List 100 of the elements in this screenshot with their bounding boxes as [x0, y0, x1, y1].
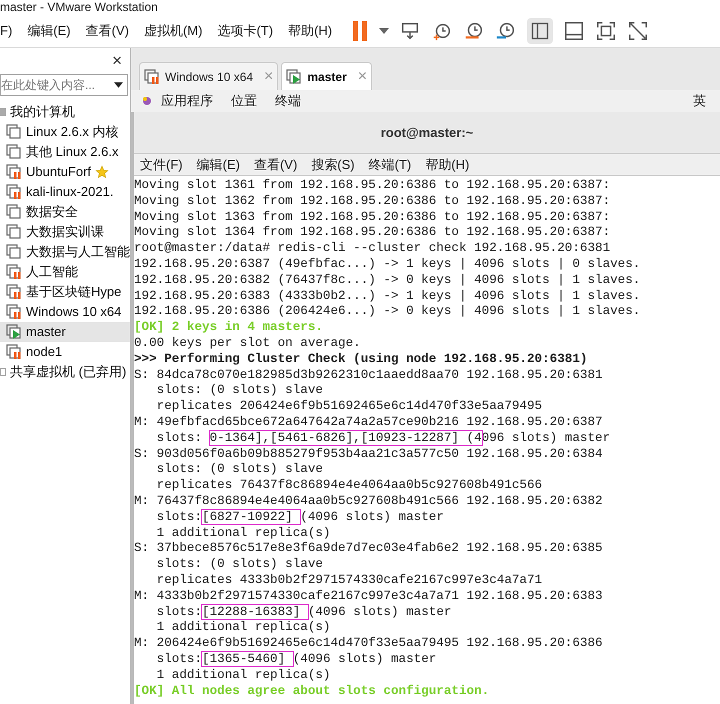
terminal-menu-item[interactable]: 查看(V) [254, 154, 298, 174]
terminal-line: 192.168.95.20:6383 (4333b0b2...) -> 1 keys | 4096 slots | 1 slaves. [134, 288, 642, 304]
terminal-line: 1 additional replica(s) [156, 668, 332, 684]
tree-item[interactable]: 基于区块链Hype [0, 282, 130, 302]
fullscreen-icon[interactable] [595, 20, 618, 42]
vm-paused-icon [6, 164, 22, 180]
tree-item[interactable]: 大数据实训课 [0, 222, 130, 242]
vm-icon [6, 124, 22, 140]
vm-running-icon [286, 68, 302, 84]
vm-paused-icon [6, 284, 22, 300]
menu-item[interactable]: 虚拟机(M) [144, 20, 202, 40]
vm-label: 人工智能 [26, 263, 78, 282]
tree-item[interactable]: master [0, 322, 130, 342]
tree-item[interactable]: node1 [0, 342, 130, 362]
vm-icon [6, 204, 22, 220]
menu-item[interactable]: 编辑(E) [27, 20, 71, 40]
window-title: master - VMware Workstation [0, 0, 158, 14]
search-field[interactable]: 在此处键入内容... [0, 74, 128, 96]
vm-icon [6, 144, 22, 160]
terminal-line: [OK] 2 keys in 4 masters. [134, 320, 324, 336]
terminal-line: 1 additional replica(s) [156, 620, 332, 636]
vm-icon [6, 224, 22, 240]
terminal-menu-item[interactable]: 帮助(H) [425, 154, 470, 174]
terminal-line: 192.168.95.20:6382 (76437f8c...) -> 0 keys | 4096 slots | 1 slaves. [134, 272, 642, 289]
top-bar-menu[interactable]: 终端 [275, 91, 301, 111]
tree-item[interactable]: 数据安全 [0, 202, 130, 222]
vm-label: Linux 2.6.x 内核 [26, 123, 118, 142]
terminal-menu-item[interactable]: 搜索(S) [311, 154, 355, 174]
vm-tab[interactable]: master × [281, 62, 372, 90]
terminal-line: [OK] All nodes agree about slots configuration. [134, 684, 490, 700]
menu-item[interactable]: 选项卡(T) [217, 20, 274, 40]
terminal-line: slots: 0-1364],[5461-6826],[10923-12287] (4096 slots) master [156, 430, 612, 447]
terminal-line: 1 additional replica(s) [156, 526, 332, 542]
vm-tab[interactable]: Windows 10 x64 × [139, 62, 278, 90]
terminal-menu-item[interactable]: 终端(T) [368, 154, 412, 174]
tab-label: Windows 10 x64 [165, 68, 254, 86]
terminal-line: S: 37bbece8576c517e8e3f6a9de7d7ec03e4fab6e2 192.168.95.20:6385 [134, 541, 604, 558]
menu-item[interactable]: 查看(V) [86, 20, 129, 40]
tab-label: master [307, 68, 347, 86]
sidebar-view-button[interactable] [527, 18, 554, 44]
vm-label: 大数据与人工智能 [26, 243, 130, 262]
terminal-line: S: 903d056f0a6b09b885279f953b4aa21c3a577c50 192.168.95.20:6384 [134, 446, 604, 462]
vm-label: 其他 Linux 2.6.x [26, 143, 118, 162]
pause-icon[interactable] [351, 20, 370, 42]
terminal-line: S: 84dca78c070e182985d3b9262310c1aaedd8aa70 192.168.95.20:6381 [134, 368, 604, 384]
vm-label: 基于区块链Hype [26, 283, 122, 302]
terminal-line: slots: (0 slots) slave [156, 462, 324, 478]
tree-item[interactable]: Windows 10 x64 [0, 302, 130, 322]
terminal-title: root@master:~ [380, 124, 474, 142]
vm-label: node1 [26, 343, 62, 362]
vm-label: UbuntuForf [26, 163, 92, 182]
tree-item[interactable]: Linux 2.6.x 内核 [0, 122, 130, 142]
terminal-line: 0.00 keys per slot on average. [134, 336, 362, 352]
top-bar-menu[interactable]: 应用程序 [161, 91, 213, 111]
terminal-line: M: 4333b0b2f2971574330cafe2167c997e3c4a7a71 192.168.95.20:6383 [134, 588, 604, 605]
vm-label: 数据安全 [26, 203, 78, 222]
console-layout-icon[interactable] [563, 20, 586, 42]
terminal-line: M: 76437f8c86894e4e4064aa0b5c927608b491c566 192.168.95.20:6382 [134, 494, 604, 510]
terminal-line: M: 206424e6f9b51692465e6c14d470f33e5aa79495 192.168.95.20:6386 [134, 636, 604, 652]
close-library-button[interactable]: × [112, 48, 122, 74]
menu-item[interactable]: F) [0, 20, 12, 40]
top-bar-menu[interactable]: 位置 [231, 91, 257, 111]
input-method-indicator[interactable]: 英 [693, 91, 706, 111]
terminal-line: Moving slot 1362 from 192.168.95.20:6386 to 192.168.95.20:6387: [134, 194, 612, 210]
tree-group-label[interactable]: 共享虚拟机 (已弃用) [10, 362, 126, 382]
menu-item[interactable]: 帮助(H) [288, 20, 332, 40]
terminal-line: Moving slot 1363 from 192.168.95.20:6386 to 192.168.95.20:6387: [134, 210, 612, 226]
tree-item[interactable]: UbuntuForf [0, 162, 130, 182]
terminal-line: M: 49efbfacd65bce672a647642a74a2a57ce90b216 192.168.95.20:6387 [134, 414, 604, 431]
terminal-line: root@master:/data# redis-cli --cluster check 192.168.95.20:6381 [134, 241, 612, 257]
tree-group-label[interactable]: 我的计算机 [10, 102, 75, 122]
vm-paused-icon [6, 304, 22, 320]
tree-item[interactable]: 大数据与人工智能 [0, 242, 130, 262]
tree-item[interactable]: 其他 Linux 2.6.x [0, 142, 130, 162]
terminal-line: slots: (0 slots) slave [156, 383, 324, 400]
terminal-line: 192.168.95.20:6386 (206424e6...) -> 0 keys | 4096 slots | 1 slaves. [134, 304, 642, 320]
terminal-line: Moving slot 1361 from 192.168.95.20:6386 to 192.168.95.20:6387: [134, 178, 612, 194]
vm-label: kali-linux-2021. [26, 183, 114, 202]
vm-label: Windows 10 x64 [26, 303, 122, 322]
vm-running-icon [6, 324, 22, 340]
tree-item[interactable]: kali-linux-2021. [0, 182, 130, 202]
terminal-line: slots:[12288-16383] (4096 slots) master [156, 604, 452, 620]
terminal-line: slots: (0 slots) slave [156, 557, 324, 573]
tree-item[interactable]: 人工智能 [0, 262, 130, 282]
terminal-line: Moving slot 1364 from 192.168.95.20:6386 to 192.168.95.20:6387: [134, 225, 612, 242]
terminal-line: slots:[6827-10922] (4096 slots) master [156, 510, 445, 526]
vm-paused-icon [6, 264, 22, 280]
terminal-menu-item[interactable]: 编辑(E) [196, 154, 240, 174]
vm-label: master [26, 323, 66, 342]
applications-icon [141, 95, 153, 107]
terminal-line: >>> Performing Cluster Check (using node 192.168.95.20:6381) [134, 352, 588, 368]
terminal-menu-item[interactable]: 文件(F) [140, 154, 183, 174]
terminal-line: replicates 4333b0b2f2971574330cafe2167c997e3c4a7a71 [156, 572, 544, 589]
sidebar-layout-icon [530, 20, 550, 40]
vm-label: 大数据实训课 [26, 223, 104, 242]
vm-paused-icon [144, 68, 160, 84]
terminal-line: replicates 206424e6f9b51692465e6c14d470f33e5aa79495 [156, 399, 544, 415]
dropdown-caret-icon[interactable] [114, 82, 123, 88]
terminal-line: replicates 76437f8c86894e4e4064aa0b5c927608b491c566 [156, 478, 544, 494]
vm-paused-icon [6, 344, 22, 360]
